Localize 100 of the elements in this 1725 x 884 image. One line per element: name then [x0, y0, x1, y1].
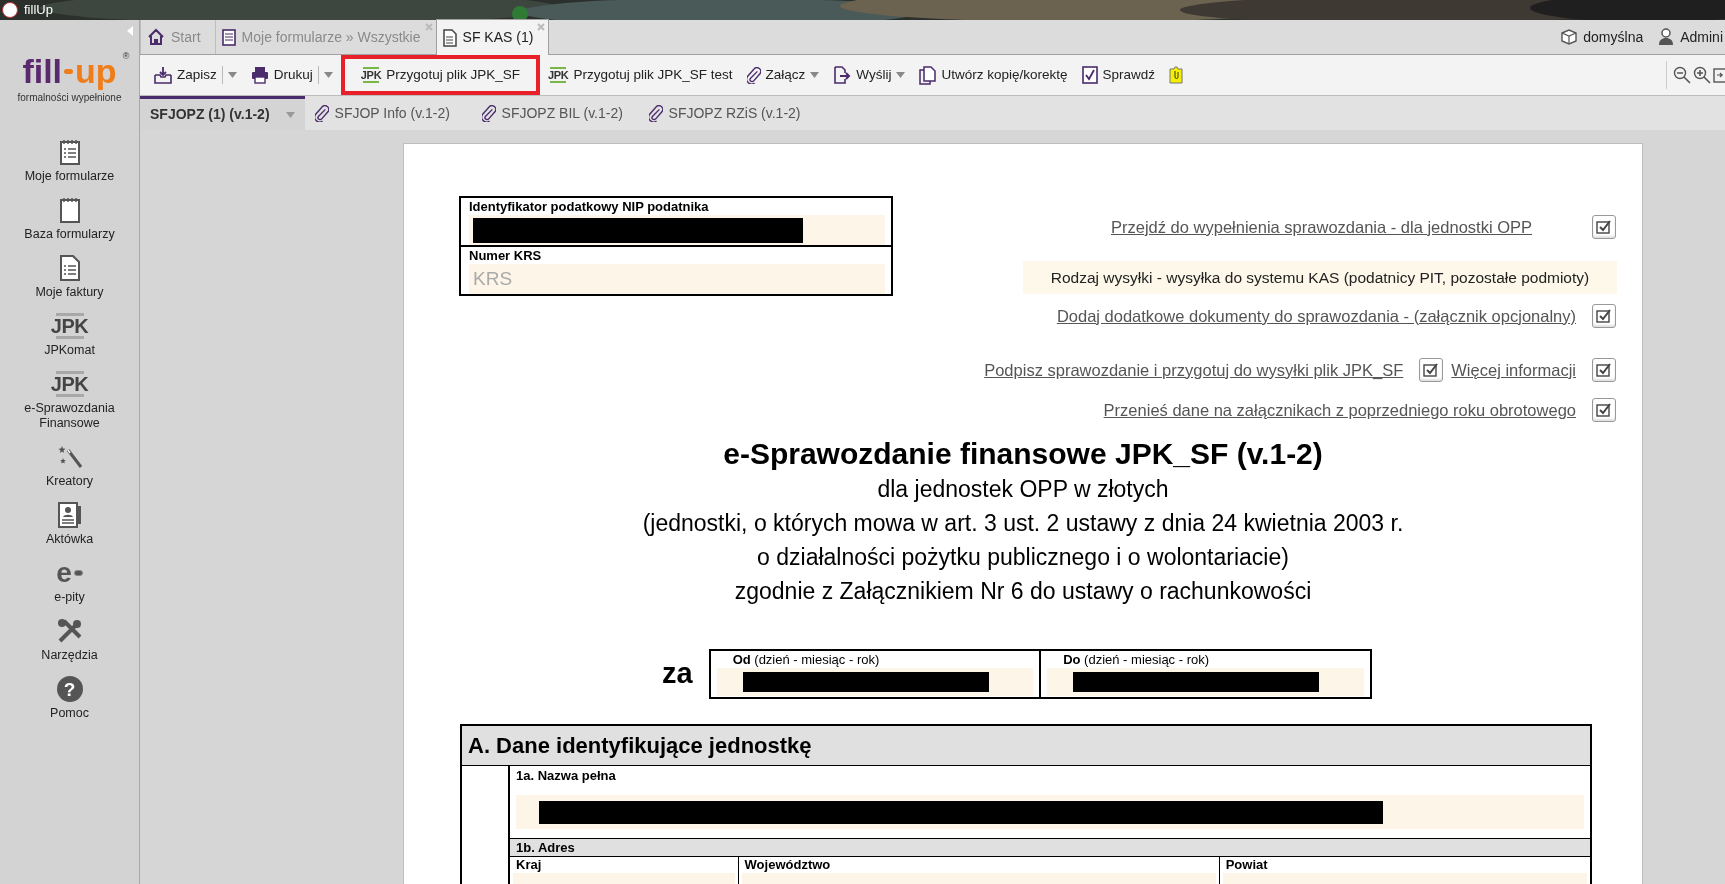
profile-menu[interactable]: domyślna — [1560, 26, 1644, 48]
collapse-arrow-icon — [127, 26, 133, 36]
sidebar-item[interactable]: Kreatory — [4, 442, 135, 489]
caret-icon — [810, 72, 820, 78]
checkbox[interactable] — [1592, 358, 1616, 382]
zoom-in-button[interactable] — [1693, 66, 1711, 84]
link[interactable]: Więcej informacji — [1451, 357, 1576, 383]
toolbar-button[interactable]: JPK Przygotuj plik JPK_SF test — [541, 60, 739, 90]
toolbar-button[interactable]: Zapisz — [148, 60, 243, 90]
form-subtitle: zgodnie z Załącznikiem Nr 6 do ustawy o rachunkowości — [734, 577, 1312, 606]
field-label: Powiat — [1224, 857, 1269, 873]
toolbar-button[interactable]: Sprawdź — [1075, 60, 1162, 90]
sidebar-item[interactable]: JPK e-Sprawozdania Finansowe — [4, 369, 135, 431]
subtab[interactable]: SFJOPZ (1) (v.1-2) — [140, 96, 305, 130]
notepad-icon — [58, 197, 81, 223]
notepad-icon — [58, 139, 81, 165]
toolbar-button[interactable]: Wyślij — [827, 60, 912, 90]
check-document-icon — [1081, 66, 1098, 84]
window-title: fillUp — [24, 1, 53, 20]
notepad-icon — [221, 28, 236, 46]
checkbox[interactable] — [1592, 215, 1616, 239]
checkmark-icon — [1423, 363, 1440, 377]
field-label: Numer KRS — [469, 248, 543, 263]
toolbar-button[interactable]: Drukuj — [244, 60, 339, 90]
form-title: e-Sprawozdanie finansowe JPK_SF (v.1-2) — [723, 436, 1323, 472]
zoom-out-button[interactable] — [1673, 66, 1691, 84]
document-icon — [58, 255, 81, 281]
sidebar-item[interactable]: Baza formularzy — [4, 195, 135, 242]
subtab[interactable]: SFJOPZ BIL (v.1-2) — [471, 96, 639, 130]
zoom-in-icon — [1693, 66, 1711, 84]
paperclip-icon — [314, 104, 329, 122]
send-document-icon — [833, 66, 852, 84]
tag-icon — [1169, 66, 1184, 84]
field-label: 1a. Nazwa pełna — [516, 768, 617, 783]
checkmark-icon — [1596, 363, 1612, 377]
sidebar-item[interactable]: ? Pomoc — [4, 674, 135, 721]
user-menu[interactable]: Admini — [1657, 26, 1723, 48]
logo-tagline: formalności wypełnione — [17, 91, 122, 105]
checkmark-icon — [1596, 220, 1612, 234]
input-field[interactable] — [469, 215, 885, 245]
period-label: za — [662, 656, 693, 692]
subtab[interactable]: SFJOP Info (v.1-2) — [304, 96, 472, 130]
toolbar-button[interactable]: Załącz — [740, 60, 826, 90]
close-icon — [424, 23, 433, 31]
registered-mark: ® — [122, 50, 130, 63]
caret-icon — [227, 72, 237, 78]
tools-icon — [55, 617, 84, 645]
checkmark-icon — [1596, 309, 1612, 323]
checkbox[interactable] — [1419, 358, 1444, 382]
paperclip-icon — [481, 104, 496, 122]
checkbox[interactable] — [1592, 304, 1616, 328]
field-label: Identyfikator podatkowy NIP podatnika — [469, 199, 710, 214]
field-label: Od (dzień - miesiąc - rok) — [732, 652, 881, 667]
printer-icon — [250, 66, 269, 84]
sidebar-item[interactable]: Moje formularze — [4, 137, 135, 184]
checkmark-icon — [1596, 403, 1612, 417]
input-field[interactable] — [716, 668, 1034, 696]
checkbox[interactable] — [1592, 398, 1616, 422]
link[interactable]: Dodaj dodatkowe dokumenty do sprawozdania - (załącznik opcjonalny) — [1056, 303, 1576, 329]
form-subtitle: (jednostki, o których mowa w art. 3 ust. 2 ustawy z dnia 24 kwietnia 2003 r. — [642, 509, 1404, 538]
paperclip-icon — [746, 66, 761, 84]
input-field[interactable]: KRS — [469, 264, 885, 294]
form-subtitle: o działalności pożytku publicznego i o wolontariacie) — [757, 543, 1289, 572]
form-subtitle: dla jednostek OPP w złotych — [877, 475, 1169, 504]
sidebar-item[interactable]: e e-pity — [4, 558, 135, 605]
save-tray-icon — [154, 66, 172, 84]
package-icon — [1560, 29, 1579, 45]
paperclip-icon — [648, 104, 663, 122]
document-icon — [442, 28, 457, 47]
input-field[interactable] — [1047, 668, 1364, 696]
logo-wordmark: fill up — [22, 54, 117, 88]
help-icon: ? — [56, 676, 83, 702]
sidebar-item[interactable]: JPK JPKomat — [4, 311, 135, 358]
home-icon — [147, 28, 165, 46]
info-note: Rodzaj wysyłki - wysyłka do systemu KAS (podatnicy PIT, pozostałe podmioty) — [1023, 261, 1617, 294]
field-label: Do (dzień - miesiąc - rok) — [1063, 652, 1211, 667]
toolbar-button[interactable]: Utwórz kopię/korektę — [913, 60, 1074, 90]
link[interactable]: Podpisz sprawozdanie i przygotuj do wysyłki plik JPK_SF — [984, 357, 1404, 383]
link[interactable]: Przejdź do wypełnienia sprawozdania - dla jednostki OPP — [1111, 214, 1532, 240]
section-subheading: 1b. Adres — [510, 838, 1590, 857]
tab[interactable]: SF KAS (1) — [435, 19, 549, 55]
field-label: Województwo — [743, 857, 832, 873]
contact-card-icon — [57, 502, 82, 528]
sidebar-item[interactable]: Moje faktury — [4, 253, 135, 300]
toolbar-button[interactable]: JPK Przygotuj plik JPK_SF — [340, 55, 540, 95]
caret-icon — [323, 72, 333, 78]
field-label: Kraj — [515, 857, 543, 873]
link[interactable]: Przenieś dane na załącznikach z poprzedniego roku obrotowego — [1103, 397, 1576, 423]
sidebar-item[interactable]: Narzędzia — [4, 616, 135, 663]
fit-page-icon — [1713, 66, 1725, 84]
sidebar-item[interactable]: Aktówka — [4, 500, 135, 547]
input-field[interactable] — [516, 795, 1584, 829]
close-icon — [536, 23, 545, 31]
copy-icon — [919, 65, 937, 85]
magic-wand-icon — [56, 444, 83, 470]
caret-icon — [896, 72, 906, 78]
subtab[interactable]: SFJOPZ RZiS (v.1-2) — [638, 96, 811, 130]
fit-page-button[interactable] — [1713, 66, 1725, 84]
zoom-out-icon — [1673, 66, 1691, 84]
caret-icon — [285, 111, 295, 118]
